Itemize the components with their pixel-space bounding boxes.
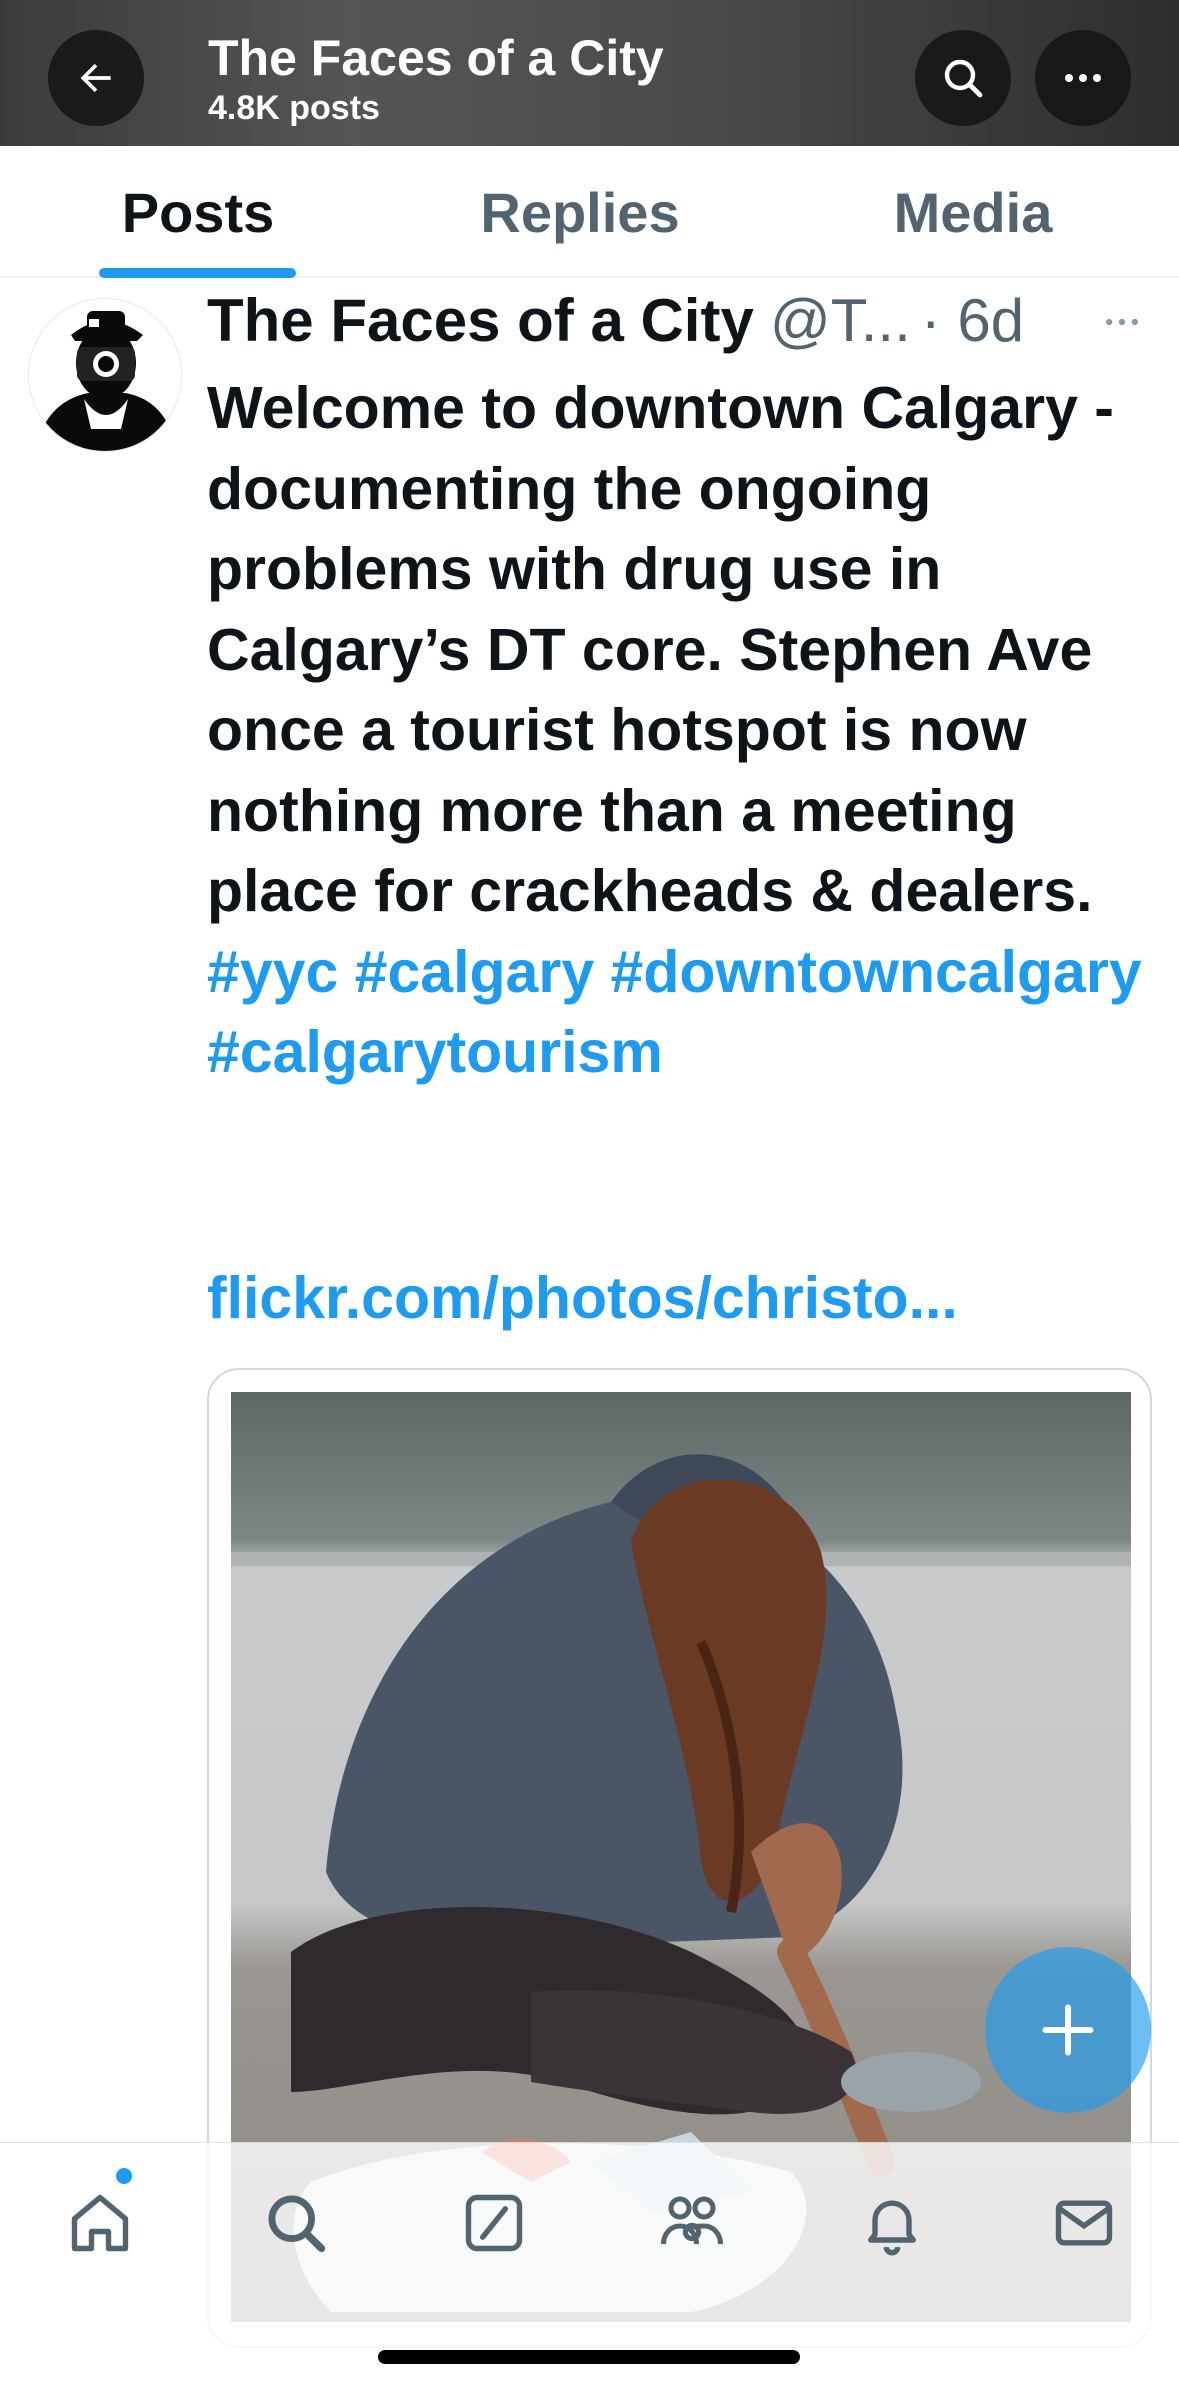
grok-icon	[465, 2194, 523, 2252]
tab-posts[interactable]: Posts	[70, 146, 326, 278]
nav-home[interactable]	[60, 2183, 140, 2263]
more-horizontal-icon	[1065, 74, 1101, 82]
home-indicator[interactable]	[378, 2350, 800, 2364]
author-name[interactable]: The Faces of a City	[207, 286, 754, 356]
post-count: 4.8K posts	[208, 89, 380, 127]
post-text: Welcome to downtown Calgary - documentin…	[207, 368, 1167, 1093]
bell-icon	[868, 2200, 916, 2256]
nav-communities[interactable]	[652, 2183, 732, 2263]
tab-replies[interactable]: Replies	[430, 146, 730, 278]
post-time: · 6d	[920, 287, 1025, 354]
tab-media[interactable]: Media	[850, 146, 1096, 278]
nav-search[interactable]	[256, 2183, 336, 2263]
search-icon	[944, 59, 983, 98]
post-actions-peek	[200, 2372, 1160, 2393]
communities-icon	[660, 2196, 724, 2245]
active-tab-indicator	[99, 268, 296, 278]
post-more-button[interactable]	[1100, 300, 1144, 344]
post-header: The Faces of a City @T... · 6d	[207, 286, 1024, 356]
avatar[interactable]	[28, 298, 182, 452]
plus-icon	[1042, 2004, 1094, 2056]
more-horizontal-icon	[1106, 318, 1138, 326]
nav-grok[interactable]	[454, 2183, 534, 2263]
hashtag-calgary[interactable]: #calgary	[355, 939, 594, 1005]
hashtag-calgarytourism[interactable]: #calgarytourism	[207, 1019, 663, 1085]
post-body: Welcome to downtown Calgary - documentin…	[207, 375, 1114, 924]
hashtag-downtowncalgary[interactable]: #downtowncalgary	[611, 939, 1142, 1005]
post-link[interactable]: flickr.com/photos/christo...	[207, 1262, 958, 1334]
back-button[interactable]	[48, 30, 144, 126]
mail-icon	[1055, 2200, 1113, 2246]
notification-dot	[113, 2165, 135, 2187]
nav-notifications[interactable]	[852, 2183, 932, 2263]
profile-tabs: Posts Replies Media	[0, 146, 1179, 278]
photographer-silhouette-icon	[29, 299, 181, 451]
author-handle[interactable]: @T...	[770, 286, 911, 356]
nav-messages[interactable]	[1044, 2183, 1124, 2263]
search-button[interactable]	[915, 30, 1011, 126]
hashtag-yyc[interactable]: #yyc	[207, 939, 338, 1005]
search-icon	[268, 2195, 326, 2253]
profile-header: The Faces of a City 4.8K posts	[0, 0, 1179, 146]
home-icon	[71, 2194, 129, 2252]
header-title: The Faces of a City	[208, 30, 664, 86]
arrow-left-icon	[80, 63, 111, 93]
compose-button[interactable]	[985, 1947, 1151, 2113]
more-button[interactable]	[1035, 30, 1131, 126]
